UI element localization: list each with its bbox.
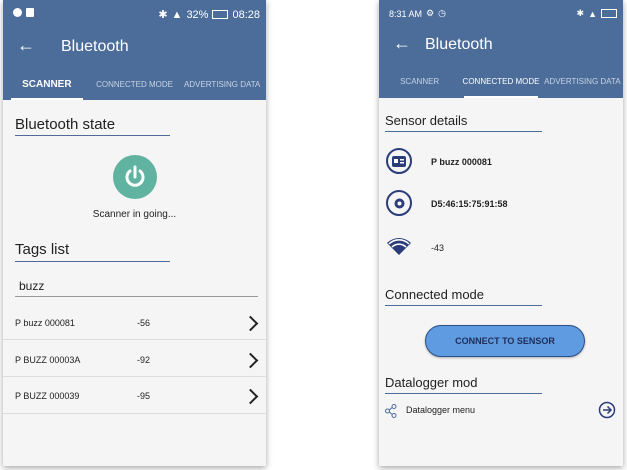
- divider: [3, 376, 266, 377]
- alarm-icon: ◷: [438, 8, 446, 18]
- tags-list-title: Tags list: [15, 241, 70, 258]
- section-underline: [385, 393, 542, 394]
- back-arrow-icon[interactable]: ←: [393, 33, 411, 54]
- app-title: Bluetooth: [425, 36, 493, 53]
- tab-bar: SCANNER CONNECTED MODE ADVERTISING DATA: [3, 68, 266, 100]
- tag-name: P BUZZ 00003A: [15, 355, 81, 365]
- sensor-name: P buzz 000081: [431, 157, 492, 167]
- right-phone-screen: 8:31 AM ⚙ ◷ ✱ ▲ ← Bluetooth SCANNER CONN…: [379, 0, 623, 466]
- tag-rssi: -95: [137, 391, 151, 401]
- status-right: ✱ ▲: [577, 8, 617, 19]
- left-header: ✱ ▲ 32% 08:28 ← Bluetooth SCANNER CONNEC…: [3, 0, 266, 100]
- status-left-icons: [13, 8, 34, 17]
- bluetooth-icon: ✱: [158, 9, 168, 21]
- app-bar: ← Bluetooth: [379, 26, 623, 64]
- filter-value: buzz: [19, 279, 45, 293]
- power-icon: [125, 165, 145, 187]
- tab-advertising-data[interactable]: ADVERTISING DATA: [542, 64, 623, 98]
- status-bar: ✱ ▲ 32% 08:28: [3, 0, 266, 28]
- datalogger-title: Datalogger mod: [385, 375, 478, 390]
- section-underline: [15, 135, 170, 136]
- chevron-right-icon[interactable]: [242, 315, 259, 332]
- bluetooth-icon: ✱: [576, 8, 585, 18]
- section-underline: [385, 131, 542, 132]
- divider: [3, 339, 266, 340]
- settings-icon: [386, 190, 412, 216]
- section-underline: [15, 261, 170, 262]
- sensor-address: D5:46:15:75:91:58: [431, 199, 508, 209]
- signal-icon: ▲: [588, 8, 597, 19]
- tag-row[interactable]: P buzz 000081 -56: [3, 315, 266, 338]
- divider: [3, 413, 266, 414]
- tag-name: P buzz 000081: [15, 318, 75, 328]
- bag-icon: [26, 8, 34, 17]
- power-toggle[interactable]: [113, 155, 157, 199]
- app-title: Bluetooth: [61, 38, 129, 55]
- status-left: 8:31 AM ⚙ ◷: [389, 8, 446, 19]
- tab-scanner[interactable]: SCANNER: [379, 64, 460, 98]
- status-time: 8:31 AM: [389, 8, 423, 19]
- gear-icon: ⚙: [426, 8, 435, 18]
- status-right: ✱ ▲ 32% 08:28: [158, 8, 260, 22]
- tag-row[interactable]: P BUZZ 00003A -92: [3, 352, 266, 375]
- connect-to-sensor-button[interactable]: CONNECT TO SENSOR: [425, 325, 585, 357]
- tab-advertising-data[interactable]: ADVERTISING DATA: [178, 68, 266, 100]
- tag-name: P BUZZ 000039: [15, 391, 80, 401]
- tab-connected-mode[interactable]: CONNECTED MODE: [91, 68, 179, 100]
- id-card-icon: [386, 148, 412, 174]
- app-bar: ← Bluetooth: [3, 28, 266, 68]
- arrow-right-circle-icon[interactable]: [598, 401, 616, 419]
- battery-icon: [601, 9, 617, 18]
- wifi-signal-icon: [387, 238, 411, 255]
- tab-connected-mode[interactable]: CONNECTED MODE: [460, 64, 541, 98]
- battery-icon: [212, 10, 229, 19]
- share-icon: [385, 404, 397, 418]
- tag-row[interactable]: P BUZZ 000039 -95: [3, 388, 266, 411]
- tag-rssi: -56: [137, 318, 151, 328]
- status-time: 08:28: [232, 8, 260, 21]
- filter-input[interactable]: buzz: [15, 278, 258, 297]
- left-phone-screen: ✱ ▲ 32% 08:28 ← Bluetooth SCANNER CONNEC…: [3, 0, 266, 466]
- tag-rssi: -92: [137, 355, 151, 365]
- section-underline: [385, 305, 542, 306]
- scanner-status: Scanner in going...: [92, 209, 177, 220]
- sensor-rssi: -43: [431, 243, 445, 253]
- tab-bar: SCANNER CONNECTED MODE ADVERTISING DATA: [379, 64, 623, 98]
- signal-icon: ▲: [171, 8, 183, 21]
- right-header: 8:31 AM ⚙ ◷ ✱ ▲ ← Bluetooth SCANNER CONN…: [379, 0, 623, 98]
- chevron-right-icon[interactable]: [242, 352, 259, 369]
- connected-mode-title: Connected mode: [385, 287, 485, 302]
- datalogger-menu-label: Datalogger menu: [406, 405, 476, 415]
- status-bar: 8:31 AM ⚙ ◷ ✱ ▲: [379, 0, 623, 26]
- bluetooth-state-title: Bluetooth state: [15, 116, 116, 133]
- tab-scanner[interactable]: SCANNER: [3, 68, 91, 100]
- datalogger-menu-row[interactable]: Datalogger menu: [379, 400, 623, 422]
- notification-icon: [13, 8, 22, 17]
- sensor-details-title: Sensor details: [385, 113, 468, 128]
- back-arrow-icon[interactable]: ←: [17, 35, 35, 56]
- battery-percent: 32%: [186, 8, 209, 21]
- chevron-right-icon[interactable]: [242, 388, 259, 405]
